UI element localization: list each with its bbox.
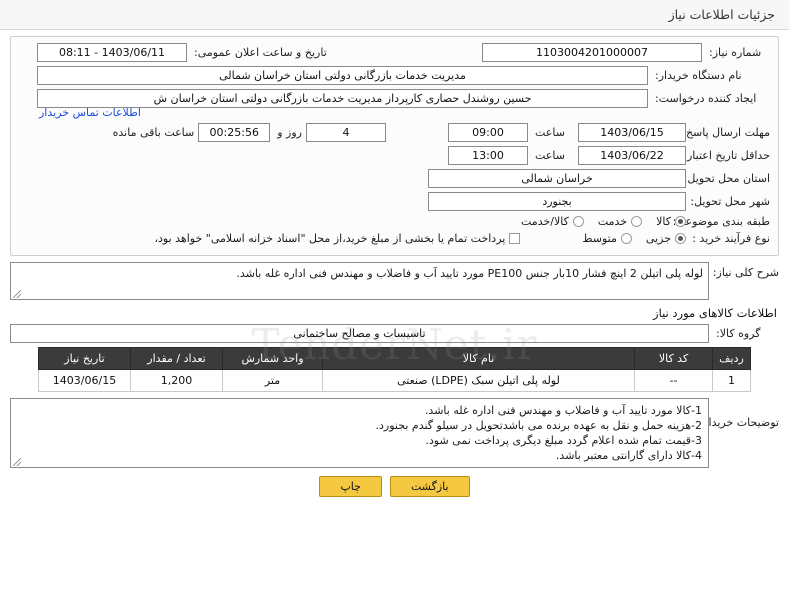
goods-section-title: اطلاعات کالاهای مورد نیاز xyxy=(653,306,777,320)
remaining-suffix: ساعت باقی مانده xyxy=(112,126,195,139)
payment-checkbox-group[interactable]: پرداخت تمام یا بخشی از مبلغ خرید،از محل … xyxy=(154,232,521,245)
province-label: استان محل تحویل: xyxy=(683,172,770,185)
resize-handle-icon[interactable] xyxy=(13,290,21,298)
cell-qty: 1,200 xyxy=(130,369,223,392)
process-option-jozei[interactable]: جزیی xyxy=(646,232,686,245)
notes-line-4: 4-کالا دارای گارانتی معتبر باشد. xyxy=(555,449,702,462)
creator-label: ایجاد کننده درخواست: xyxy=(655,92,757,105)
province-value[interactable]: خراسان شمالی xyxy=(428,169,686,188)
remaining-time: 00:25:56 xyxy=(198,123,271,142)
col-code: کد کالا xyxy=(634,347,713,370)
radio-icon-kala-khedmat[interactable] xyxy=(572,216,584,227)
col-name: نام کالا xyxy=(322,347,635,370)
goods-table-wrap: ردیف کد کالا نام کالا واحد شمارش تعداد /… xyxy=(10,347,779,392)
process-option-motavaset[interactable]: متوسط xyxy=(582,232,632,245)
row-city: شهر محل تحویل: بجنورد xyxy=(19,192,770,211)
table-row[interactable]: 1 -- لوله پلی اتیلن سبک (LDPE) صنعتی متر… xyxy=(38,369,751,392)
creator-link-spacer xyxy=(652,106,770,119)
row-goods-group: گروه کالا: تاسیسات و مصالح ساختمانی xyxy=(10,324,779,343)
page-content: TenderNet.ir شماره نیاز: 110300420100000… xyxy=(0,30,789,497)
category-option-khedmat-label: خدمت xyxy=(597,215,628,228)
row-description: شرح کلی نیاز: لوله پلی اتیلن 2 اینچ فشار… xyxy=(10,262,779,300)
deadline-hour[interactable]: 09:00 xyxy=(448,123,528,142)
col-radif: ردیف xyxy=(712,347,751,370)
col-qty: تعداد / مقدار xyxy=(130,347,223,370)
footer-buttons: بازگشت چاپ xyxy=(10,476,779,497)
description-label: شرح کلی نیاز: xyxy=(712,266,779,279)
print-button[interactable]: چاپ xyxy=(319,476,382,497)
goods-table: ردیف کد کالا نام کالا واحد شمارش تعداد /… xyxy=(38,347,751,392)
back-button[interactable]: بازگشت xyxy=(389,476,470,497)
col-date: تاریخ نیاز xyxy=(38,347,131,370)
cell-unit: متر xyxy=(222,369,323,392)
category-options: کالا خدمت کالا/خدمت xyxy=(507,215,686,228)
notes-line-1: 1-کالا مورد تایید آب و فاضلاب و مهندس فن… xyxy=(424,404,702,417)
notes-label: توضیحات خریدار: xyxy=(699,416,780,429)
row-buyer-org: نام دستگاه خریدار: مدیریت خدمات بازرگانی… xyxy=(19,66,770,85)
category-option-khedmat[interactable]: خدمت xyxy=(597,215,643,228)
remaining-days-label: روز و xyxy=(277,126,302,139)
radio-icon-motavaset[interactable] xyxy=(620,233,632,244)
radio-icon-khedmat[interactable] xyxy=(631,216,643,227)
cell-date: 1403/06/15 xyxy=(38,369,131,392)
creator-value-text: حسین روشندل حصاری کارپرداز مدیریت خدمات … xyxy=(153,92,532,105)
process-options: جزیی متوسط xyxy=(568,232,686,245)
radio-icon-jozei[interactable] xyxy=(675,233,686,244)
col-unit: واحد شمارش xyxy=(222,347,323,370)
notes-line-3: 3-قیمت تمام شده اعلام گردد مبلغ دیگری پر… xyxy=(425,434,702,447)
price-validity-hour[interactable]: 13:00 xyxy=(448,146,528,165)
category-option-kala-khedmat-label: کالا/خدمت xyxy=(521,215,569,228)
goods-table-header-row: ردیف کد کالا نام کالا واحد شمارش تعداد /… xyxy=(38,347,751,370)
deadline-label: مهلت ارسال پاسخ: تا تاریخ: xyxy=(643,125,770,139)
remaining-days: 4 xyxy=(306,123,386,142)
deadline-hour-label: ساعت xyxy=(535,126,565,139)
process-option-jozei-label: جزیی xyxy=(645,232,671,245)
description-box[interactable]: لوله پلی اتیلن 2 اینچ فشار 10بار جنس PE1… xyxy=(10,262,709,300)
cell-radif: 1 xyxy=(712,369,751,392)
notes-box[interactable]: 1-کالا مورد تایید آب و فاضلاب و مهندس فن… xyxy=(10,398,709,468)
need-info-panel: شماره نیاز: 1103004201000007 تاریخ و ساع… xyxy=(10,36,779,256)
goods-group-label: گروه کالا: xyxy=(716,327,761,340)
notes-resize-handle-icon[interactable] xyxy=(13,458,21,466)
announce-date-label: تاریخ و ساعت اعلان عمومی: xyxy=(194,46,327,59)
process-option-motavaset-label: متوسط xyxy=(582,232,617,245)
city-label: شهر محل تحویل: xyxy=(690,195,770,208)
row-notes: توضیحات خریدار: 1-کالا مورد تایید آب و ف… xyxy=(10,398,779,468)
payment-checkbox-label: پرداخت تمام یا بخشی از مبلغ خرید،از محل … xyxy=(154,232,506,245)
notes-line-2: 2-هزینه حمل و نقل به عهده برنده می باشدت… xyxy=(375,419,702,432)
category-label: طبقه بندی موضوعی: xyxy=(672,215,770,228)
category-option-kala-khedmat[interactable]: کالا/خدمت xyxy=(521,215,584,228)
need-number-value[interactable]: 1103004201000007 xyxy=(482,43,702,62)
row-deadline: مهلت ارسال پاسخ: تا تاریخ: 1403/06/15 سا… xyxy=(19,123,770,142)
price-validity-date[interactable]: 1403/06/22 xyxy=(578,146,686,165)
goods-group-value[interactable]: تاسیسات و مصالح ساختمانی xyxy=(10,324,709,343)
buyer-org-value[interactable]: مدیریت خدمات بازرگانی دولتی استان خراسان… xyxy=(37,66,648,85)
row-province: استان محل تحویل: خراسان شمالی xyxy=(19,169,770,188)
creator-value[interactable]: حسین روشندل حصاری کارپرداز مدیریت خدمات … xyxy=(37,89,648,108)
row-price-validity: حداقل تاریخ اعتبار قیمت: تا تاریخ: 1403/… xyxy=(19,146,770,165)
page-title: جزئیات اطلاعات نیاز xyxy=(668,7,775,22)
deadline-date[interactable]: 1403/06/15 xyxy=(578,123,686,142)
category-option-kala-label: کالا xyxy=(656,215,671,228)
buyer-org-label: نام دستگاه خریدار: xyxy=(655,69,742,82)
row-process: نوع فرآیند خرید : جزیی متوسط پرداخت تمام… xyxy=(19,232,770,245)
page-header: جزئیات اطلاعات نیاز xyxy=(0,0,789,30)
radio-icon-kala[interactable] xyxy=(675,216,686,227)
process-label: نوع فرآیند خرید : xyxy=(692,232,770,245)
cell-code: -- xyxy=(634,369,713,392)
row-category: طبقه بندی موضوعی: کالا خدمت کالا/خدمت xyxy=(19,215,770,228)
need-number-label: شماره نیاز: xyxy=(709,46,762,59)
cell-name: لوله پلی اتیلن سبک (LDPE) صنعتی xyxy=(322,369,635,392)
announce-date-value[interactable]: 1403/06/11 - 08:11 xyxy=(37,43,187,62)
city-value[interactable]: بجنورد xyxy=(428,192,686,211)
row-need-number: شماره نیاز: 1103004201000007 تاریخ و ساع… xyxy=(19,43,770,62)
category-option-kala[interactable]: کالا xyxy=(656,215,686,228)
checkbox-icon-payment[interactable] xyxy=(509,233,521,244)
description-text: لوله پلی اتیلن 2 اینچ فشار 10بار جنس PE1… xyxy=(236,267,703,280)
price-validity-label: حداقل تاریخ اعتبار قیمت: تا تاریخ: xyxy=(615,148,770,162)
price-validity-hour-label: ساعت xyxy=(535,149,565,162)
